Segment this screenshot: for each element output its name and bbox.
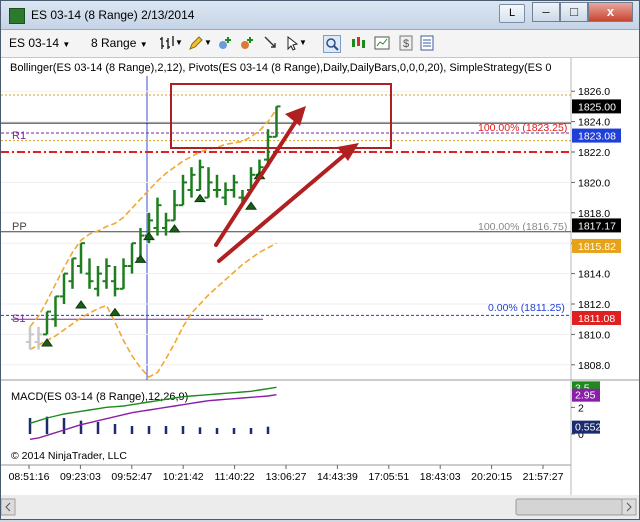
chevron-down-icon[interactable]: ▼ [204, 35, 212, 51]
chevron-down-icon[interactable]: ▼ [299, 35, 307, 51]
level-label-upper: 100.00% (1823.25) [478, 122, 567, 134]
time-axis-label: 21:57:27 [523, 471, 564, 483]
level-label-lower: 0.00% (1811.25) [488, 302, 565, 314]
crosshair-icon[interactable] [263, 35, 279, 51]
bar-type-icon[interactable] [159, 35, 175, 51]
time-axis-label: 10:21:42 [163, 471, 204, 483]
macd-tag-label: 2.95 [575, 390, 596, 402]
instrument-selector[interactable]: ES 03-14 ▼ [9, 34, 79, 52]
dollar-icon[interactable]: $ [398, 35, 414, 51]
price-axis-label: 1814.0 [578, 269, 610, 281]
copyright-label: © 2014 NinjaTrader, LLC [11, 450, 127, 462]
scroll-right-button[interactable] [621, 498, 637, 516]
price-axis-label: 1820.0 [578, 177, 610, 189]
price-axis-label: 1826.0 [578, 86, 610, 98]
time-axis-label: 09:23:03 [60, 471, 101, 483]
window-title: ES 03-14 (8 Range) 2/13/2014 [31, 8, 195, 22]
link-button[interactable]: L [499, 4, 525, 23]
time-axis-label: 20:20:15 [471, 471, 512, 483]
level-label-middle: 100.00% (1816.75) [478, 221, 567, 233]
maximize-button[interactable]: □ [560, 2, 588, 22]
indicator-label: Bollinger(ES 03-14 (8 Range),2,12), Pivo… [10, 62, 552, 74]
svg-text:$: $ [403, 38, 409, 50]
instrument-label: ES 03-14 [9, 36, 60, 50]
price-axis-label: 1818.0 [578, 208, 610, 220]
minimize-button[interactable]: – [532, 2, 560, 22]
time-axis-label: 13:06:27 [266, 471, 307, 483]
macd-label: MACD(ES 03-14 (8 Range),12,26,9) [11, 391, 188, 403]
macd-tag-label: 0.552 [575, 422, 601, 434]
price-tag-label: 1811.08 [578, 313, 615, 325]
price-tag-label: 1825.00 [578, 101, 616, 113]
period-label: 8 Range [91, 36, 137, 50]
macd-axis-label: 2 [578, 402, 584, 414]
chevron-down-icon: ▼ [62, 40, 71, 49]
zoom-icon[interactable] [323, 35, 341, 53]
time-axis-label: 17:05:51 [368, 471, 409, 483]
chart-app-icon [9, 8, 25, 24]
chart-style-icon[interactable] [350, 35, 366, 51]
chart-window: ES 03-14 (8 Range) 2/13/2014 L – □ x ES … [0, 0, 640, 520]
title-bar[interactable]: ES 03-14 (8 Range) 2/13/2014 L – □ x [1, 1, 639, 30]
period-selector[interactable]: 8 Range ▼ [91, 34, 153, 52]
chart-toolbar: ES 03-14 ▼ 8 Range ▼ ▼ ▼ ▼ $ [1, 30, 639, 58]
price-axis-label: 1824.0 [578, 117, 610, 129]
price-axis-label: 1808.0 [578, 360, 610, 372]
price-axis-label: 1810.0 [578, 329, 610, 341]
add-indicator-icon[interactable] [217, 35, 233, 51]
scrollbar-thumb[interactable] [515, 498, 623, 516]
time-axis-label: 08:51:16 [9, 471, 50, 483]
time-axis-label: 14:43:39 [317, 471, 358, 483]
price-axis-label: 1822.0 [578, 147, 610, 159]
scroll-left-button[interactable] [0, 498, 16, 516]
chart-canvas[interactable]: Bollinger(ES 03-14 (8 Range),2,12), Pivo… [0, 58, 639, 519]
panel-icon[interactable] [374, 35, 390, 51]
pivot-s1-label: S1 [12, 313, 25, 325]
time-axis-label: 11:40:22 [215, 471, 255, 483]
price-tag-label: 1817.17 [578, 220, 616, 232]
properties-icon[interactable] [419, 35, 435, 51]
chevron-down-icon[interactable]: ▼ [175, 35, 183, 51]
time-axis-label: 18:43:03 [420, 471, 461, 483]
add-strategy-icon[interactable] [239, 35, 255, 51]
chart-area[interactable]: Bollinger(ES 03-14 (8 Range),2,12), Pivo… [0, 58, 639, 519]
chevron-down-icon: ▼ [139, 40, 148, 49]
price-tag-label: 1815.82 [578, 241, 616, 253]
close-button[interactable]: x [588, 2, 633, 22]
pivot-r1-label: R1 [12, 130, 26, 142]
time-axis-label: 09:52:47 [111, 471, 152, 483]
pivot-pp-label: PP [12, 221, 27, 233]
price-axis-label: 1812.0 [578, 299, 610, 311]
price-tag-label: 1823.08 [578, 131, 616, 143]
pencil-icon[interactable] [188, 35, 204, 51]
